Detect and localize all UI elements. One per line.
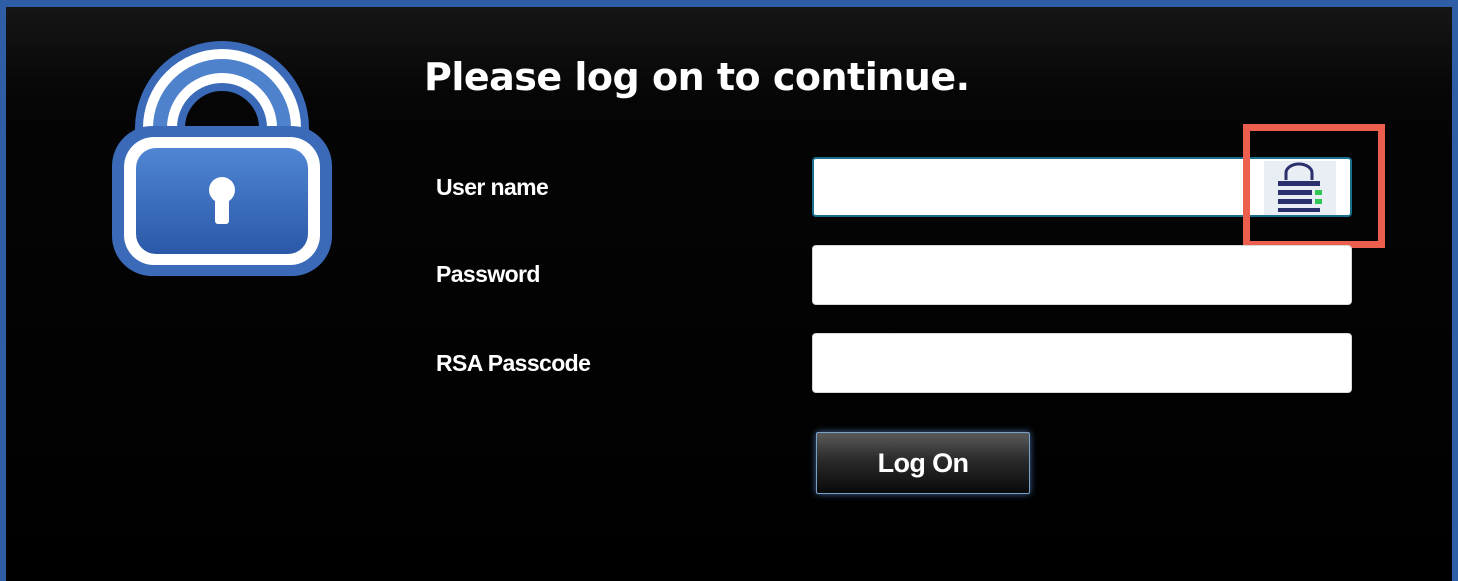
log-on-button[interactable]: Log On: [816, 432, 1030, 494]
password-label: Password: [436, 261, 540, 287]
rsa-passcode-input[interactable]: [812, 333, 1352, 393]
padlock-icon: [108, 40, 336, 290]
rsa-passcode-label: RSA Passcode: [436, 350, 591, 376]
password-input[interactable]: [812, 245, 1352, 305]
password-manager-icon[interactable]: [1264, 161, 1336, 215]
username-label: User name: [436, 174, 549, 200]
page-title: Please log on to continue.: [424, 55, 970, 99]
